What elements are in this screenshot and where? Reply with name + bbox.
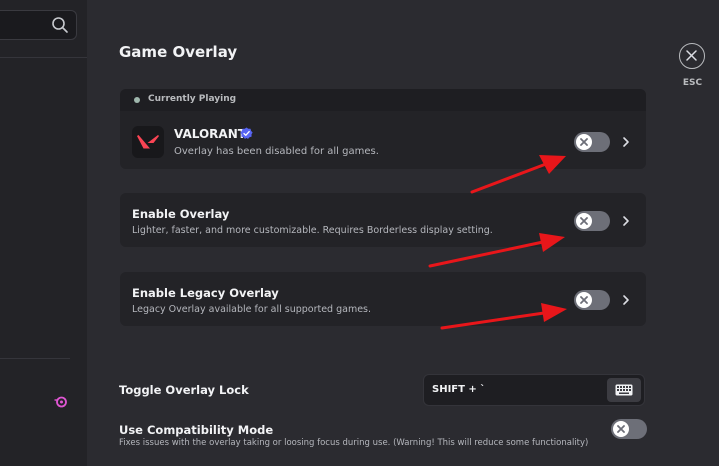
chevron-right-icon[interactable] <box>622 294 630 306</box>
enable-overlay-title: Enable Overlay <box>132 207 230 221</box>
compatibility-mode-toggle[interactable] <box>611 419 647 439</box>
page-title: Game Overlay <box>119 43 238 61</box>
chevron-right-icon[interactable] <box>622 215 630 227</box>
game-name: VALORANT <box>174 127 246 141</box>
search-input[interactable] <box>0 10 77 40</box>
legacy-overlay-toggle[interactable] <box>574 290 610 310</box>
sidebar-divider <box>0 57 87 58</box>
current-game-card: Currently Playing VALORANT Overlay has b… <box>120 89 646 169</box>
currently-playing-label: Currently Playing <box>148 94 237 104</box>
x-icon <box>580 217 588 225</box>
legacy-overlay-card: Enable Legacy Overlay Legacy Overlay ava… <box>120 272 646 326</box>
toggle-knob <box>576 292 592 308</box>
overlay-lock-keybind-input[interactable]: SHIFT + ` <box>423 374 645 406</box>
overlay-lock-label: Toggle Overlay Lock <box>119 383 249 397</box>
esc-label: ESC <box>682 78 703 88</box>
enable-overlay-toggle[interactable] <box>574 211 610 231</box>
keybind-value: SHIFT + ` <box>432 384 486 395</box>
toggle-knob <box>576 134 592 150</box>
toggle-knob <box>613 421 629 437</box>
chevron-right-icon[interactable] <box>622 136 630 148</box>
game-overlay-status: Overlay has been disabled for all games. <box>174 146 379 157</box>
x-icon <box>580 296 588 304</box>
search-icon <box>52 17 68 33</box>
currently-playing-header: Currently Playing <box>120 89 646 111</box>
compatibility-mode-label: Use Compatibility Mode <box>119 423 274 437</box>
x-icon <box>580 138 588 146</box>
close-button[interactable] <box>679 43 705 69</box>
enable-overlay-description: Lighter, faster, and more customizable. … <box>132 225 493 236</box>
valorant-game-icon <box>132 126 164 158</box>
legacy-overlay-description: Legacy Overlay available for all support… <box>132 304 372 315</box>
nitro-icon[interactable] <box>54 395 68 409</box>
record-keybind-button[interactable] <box>607 378 641 402</box>
sidebar-divider <box>0 358 70 359</box>
verified-badge-icon <box>240 127 253 139</box>
settings-sidebar <box>0 0 87 466</box>
x-icon <box>617 425 625 433</box>
legacy-overlay-title: Enable Legacy Overlay <box>132 286 279 300</box>
compatibility-mode-description: Fixes issues with the overlay taking or … <box>119 438 589 448</box>
game-overlay-toggle[interactable] <box>574 132 610 152</box>
playing-status-dot <box>134 97 140 103</box>
close-icon <box>686 50 697 61</box>
enable-overlay-card: Enable Overlay Lighter, faster, and more… <box>120 193 646 247</box>
keyboard-icon <box>615 384 633 396</box>
toggle-knob <box>576 213 592 229</box>
